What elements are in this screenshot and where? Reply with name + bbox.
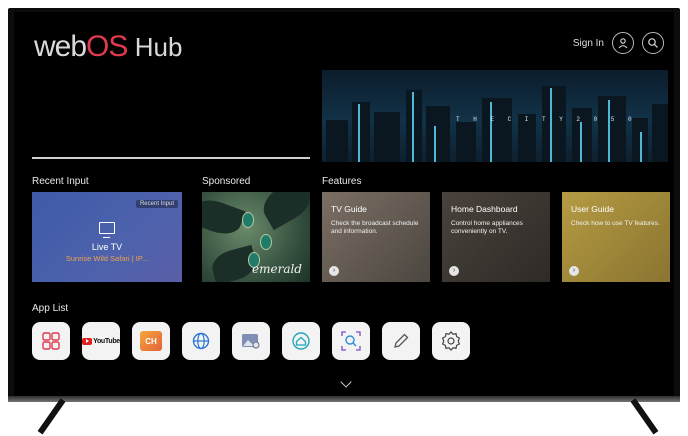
header-actions: Sign In [573, 32, 664, 54]
lg-channels-icon: CH [140, 331, 162, 351]
recent-input-name: Live TV [91, 242, 123, 252]
tv-leg-right [630, 398, 659, 435]
sign-in-label[interactable]: Sign In [573, 38, 604, 49]
search-button[interactable] [642, 32, 664, 54]
hero-progress-divider [32, 157, 310, 159]
tv-leg-left [37, 398, 66, 435]
recent-input-tag: Recent Input [135, 200, 178, 208]
app-tile-settings[interactable] [432, 322, 470, 360]
feature-description: Check how to use TV features. [571, 220, 660, 227]
feature-description: Control home appliances conveniently on … [451, 220, 523, 235]
feature-card-home-dashboard[interactable]: Home Dashboard Control home appliances c… [442, 192, 550, 282]
arrow-right-icon: › [569, 266, 579, 276]
feature-title: TV Guide [331, 204, 367, 214]
features-heading: Features [322, 176, 362, 187]
tv-bottom-strip [8, 396, 680, 402]
search-icon [648, 38, 658, 48]
app-tile-gallery[interactable] [232, 322, 270, 360]
settings-icon [441, 331, 461, 351]
youtube-icon: YouTube [82, 337, 120, 345]
tv-icon [99, 222, 115, 238]
app-tile-home-dashboard[interactable] [282, 322, 320, 360]
chevron-down-icon[interactable] [340, 376, 352, 388]
search-app-icon [341, 331, 361, 351]
user-icon [618, 38, 628, 49]
tv-screen: webOS Hub Sign In T H E C I T Y 2 0 5 0 … [14, 12, 674, 396]
feature-title: Home Dashboard [451, 204, 518, 214]
feature-title: User Guide [571, 204, 614, 214]
app-list-heading: App List [32, 303, 69, 314]
recent-input-heading: Recent Input [32, 176, 89, 187]
gallery-icon [242, 334, 260, 349]
webos-hub-logo: webOS Hub [34, 30, 183, 63]
sponsored-brand: emerald [252, 262, 302, 276]
web-browser-icon [192, 332, 210, 350]
feature-description: Check the broadcast schedule and informa… [331, 220, 419, 235]
home-dashboard-icon [292, 332, 310, 350]
sponsored-heading: Sponsored [202, 176, 251, 187]
app-tile-web-browser[interactable] [182, 322, 220, 360]
recent-input-subtitle: Sunrise Wild Safari | IP... [65, 254, 149, 263]
app-tile-lg-channels[interactable]: CH [132, 322, 170, 360]
hero-caption: T H E C I T Y 2 0 5 0 [456, 116, 637, 123]
account-button[interactable] [612, 32, 634, 54]
sponsored-card[interactable]: emerald [202, 192, 310, 282]
app-tile-apps[interactable] [32, 322, 70, 360]
app-tile-edit[interactable] [382, 322, 420, 360]
apps-grid-icon [42, 332, 60, 350]
app-tile-search[interactable] [332, 322, 370, 360]
arrow-right-icon: › [329, 266, 339, 276]
edit-icon [394, 333, 409, 348]
hero-banner[interactable]: T H E C I T Y 2 0 5 0 [322, 70, 668, 162]
arrow-right-icon: › [449, 266, 459, 276]
recent-input-card[interactable]: Recent Input Live TV Sunrise Wild Safari… [32, 192, 182, 282]
feature-card-tv-guide[interactable]: TV Guide Check the broadcast schedule an… [322, 192, 430, 282]
app-list: YouTube CH [32, 322, 470, 360]
feature-card-user-guide[interactable]: User Guide Check how to use TV features.… [562, 192, 670, 282]
tv-frame: webOS Hub Sign In T H E C I T Y 2 0 5 0 … [0, 0, 688, 436]
app-tile-youtube[interactable]: YouTube [82, 322, 120, 360]
